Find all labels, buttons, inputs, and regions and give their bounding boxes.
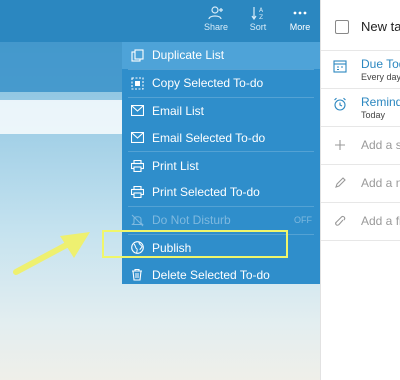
more-dots-icon — [293, 11, 307, 15]
add-file-field[interactable]: Add a fil — [361, 214, 400, 228]
divider — [321, 164, 400, 165]
menu-item-copy-selected-todo[interactable]: Copy Selected To-do — [122, 70, 320, 97]
reminder-label[interactable]: Remind — [361, 95, 400, 109]
divider — [321, 126, 400, 127]
svg-text:A: A — [259, 7, 264, 14]
duplicate-icon — [130, 48, 144, 62]
divider — [321, 50, 400, 51]
menu-item-duplicate-list[interactable]: Duplicate List — [122, 42, 320, 69]
copy-icon — [130, 76, 144, 90]
email-icon — [130, 131, 144, 145]
calendar-icon — [333, 60, 347, 73]
add-note-field[interactable]: Add a no — [361, 176, 400, 190]
due-date-repeat: Every day — [361, 72, 400, 82]
menu-item-label: Delete Selected To-do — [152, 267, 270, 282]
menu-item-label: Duplicate List — [152, 48, 225, 63]
task-detail-panel: New ta Due Tod Every day Remind Today Ad… — [320, 0, 400, 380]
pencil-icon — [335, 177, 346, 188]
menu-item-label: Do Not Disturb — [152, 213, 231, 228]
sort-button[interactable]: A Z Sort — [238, 6, 278, 32]
due-date-label[interactable]: Due Tod — [361, 57, 400, 71]
svg-text:Z: Z — [259, 14, 263, 20]
print-icon — [130, 185, 144, 199]
share-button[interactable]: Share — [196, 6, 236, 32]
menu-item-print-selected-todo[interactable]: Print Selected To-do — [122, 179, 320, 206]
paperclip-icon — [335, 215, 346, 226]
dnd-status-badge: OFF — [294, 215, 312, 226]
share-person-icon — [208, 6, 223, 20]
menu-item-email-selected-todo[interactable]: Email Selected To-do — [122, 124, 320, 151]
menu-item-label: Print Selected To-do — [152, 185, 260, 200]
more-button[interactable]: More — [280, 6, 320, 32]
menu-item-label: Print List — [152, 158, 199, 173]
alarm-clock-icon — [334, 97, 346, 111]
more-label: More — [289, 22, 311, 32]
task-complete-checkbox[interactable] — [335, 20, 349, 34]
menu-item-email-list[interactable]: Email List — [122, 98, 320, 125]
highlight-callout-box — [102, 230, 288, 258]
sort-label: Sort — [249, 22, 267, 32]
menu-item-label: Copy Selected To-do — [152, 76, 264, 91]
divider — [321, 240, 400, 241]
menu-item-label: Email List — [152, 103, 205, 118]
plus-icon — [335, 140, 345, 150]
email-icon — [130, 104, 144, 118]
reminder-date: Today — [361, 110, 386, 120]
divider — [321, 88, 400, 89]
add-subtask-field[interactable]: Add a su — [361, 138, 400, 152]
menu-item-delete-selected-todo[interactable]: Delete Selected To-do — [122, 261, 320, 288]
print-icon — [130, 159, 144, 173]
divider — [321, 202, 400, 203]
trash-icon — [130, 268, 144, 282]
share-label: Share — [203, 22, 229, 32]
do-not-disturb-icon — [130, 213, 144, 227]
pointer-arrow-icon — [13, 232, 90, 275]
task-title[interactable]: New ta — [361, 19, 400, 34]
menu-item-print-list[interactable]: Print List — [122, 152, 320, 179]
menu-item-label: Email Selected To-do — [152, 130, 266, 145]
sort-az-icon: A Z — [251, 7, 264, 20]
